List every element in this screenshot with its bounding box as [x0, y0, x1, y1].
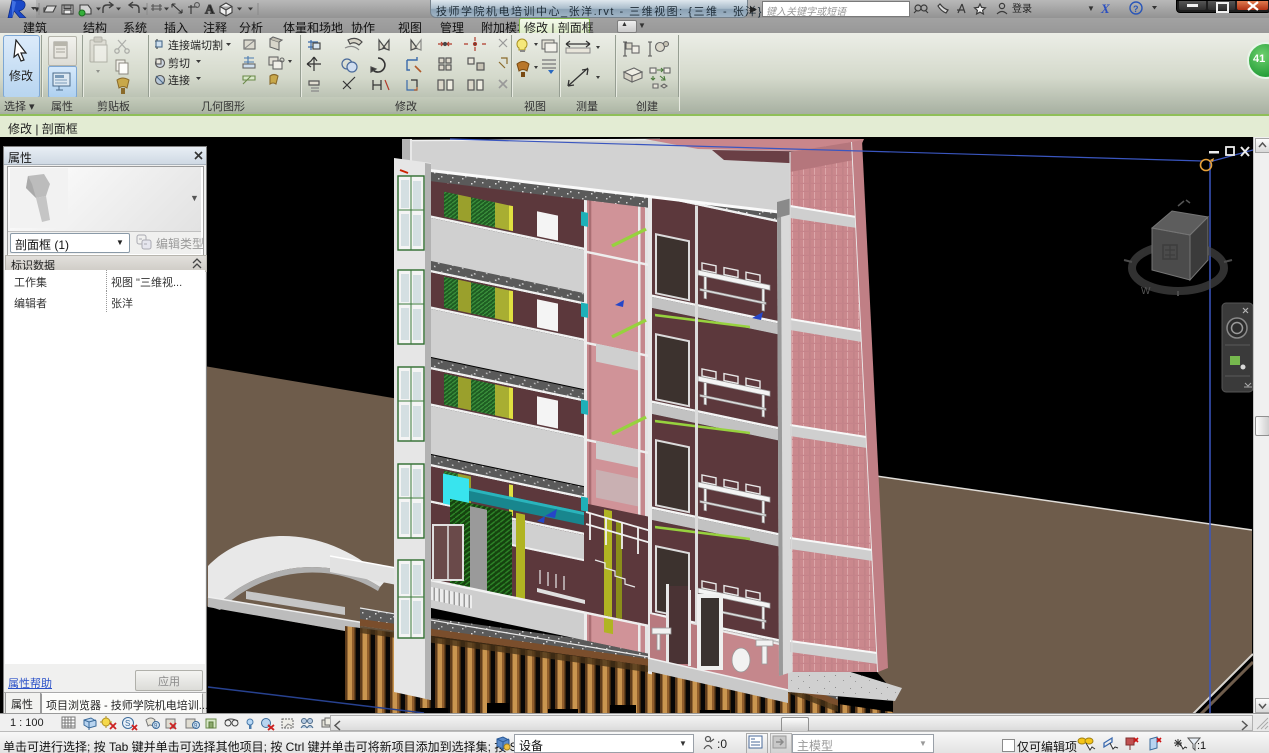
svg-text:登录: 登录 — [1012, 2, 1032, 15]
svg-text:W: W — [1141, 286, 1151, 297]
svg-text:剪切: 剪切 — [168, 56, 190, 70]
svg-text:连接: 连接 — [168, 74, 190, 87]
svg-text:A: A — [205, 2, 215, 17]
svg-text:S: S — [125, 719, 130, 728]
svg-text:?: ? — [1133, 4, 1139, 14]
svg-text:连接端切割: 连接端切割 — [168, 38, 223, 52]
svg-text:X: X — [1100, 1, 1110, 16]
